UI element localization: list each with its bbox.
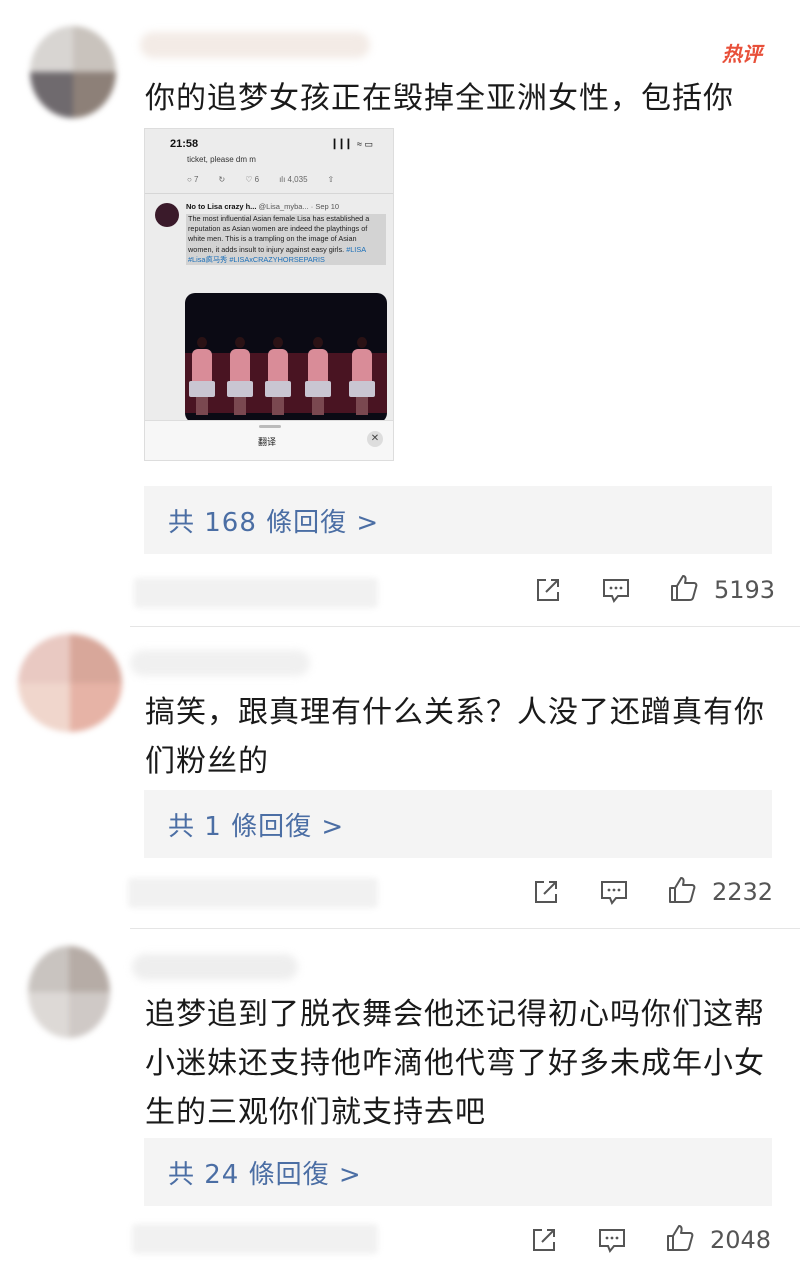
replies-link[interactable]: 共 168 條回復 > — [144, 486, 772, 554]
tweet-body: The most influential Asian female Lisa h… — [186, 214, 386, 266]
timestamp-redacted — [132, 1224, 378, 1254]
translate-label: 翻译 — [258, 438, 277, 448]
avatar-part — [28, 992, 69, 1038]
like-stat: ♡ 6 — [245, 175, 260, 184]
comment-text: 你的追梦女孩正在毁掉全亚洲女性，包括你 — [145, 81, 734, 116]
performer-figure — [265, 337, 291, 415]
performer-figure — [305, 337, 331, 415]
avatar[interactable] — [18, 634, 122, 732]
retweet-stat: ↻ — [218, 175, 226, 184]
avatar-part — [18, 634, 70, 683]
username-redacted[interactable] — [132, 954, 298, 980]
avatar-part — [73, 72, 116, 118]
sheet-handle[interactable] — [259, 425, 281, 428]
like-icon[interactable] — [668, 572, 700, 604]
replies-link[interactable]: 共 24 條回復 > — [144, 1138, 772, 1206]
like-count: 2048 — [710, 1226, 772, 1254]
tweet-image — [185, 293, 387, 423]
comment-text-line: 追梦追到了脱衣舞会他还记得初心吗你们这帮 — [145, 997, 765, 1032]
avatar-part — [70, 634, 122, 683]
like-icon[interactable] — [666, 874, 698, 906]
share-icon[interactable] — [528, 1224, 560, 1256]
comment-icon[interactable] — [596, 1224, 628, 1256]
share-icon[interactable] — [530, 876, 562, 908]
comment-text: 追梦追到了脱衣舞会他还记得初心吗你们这帮 小迷妹还支持他咋滴他代弯了好多未成年小… — [145, 990, 785, 1137]
comment-icon[interactable] — [600, 574, 632, 606]
replies-label: 共 1 條回復 > — [168, 812, 345, 842]
comment-icon[interactable] — [598, 876, 630, 908]
share-stat: ⇧ — [327, 175, 335, 184]
comment-text-line: 搞笑，跟真理有什么关系？人没了还蹭真有你 — [145, 695, 765, 730]
tweet-text: The most influential Asian female Lisa h… — [188, 214, 370, 254]
avatar-part — [69, 946, 110, 992]
username-redacted[interactable] — [140, 32, 370, 58]
comment-text-line: 们粉丝的 — [145, 744, 269, 779]
avatar-part — [69, 992, 110, 1038]
avatar[interactable] — [28, 946, 110, 1038]
comment-3: 追梦追到了脱衣舞会他还记得初心吗你们这帮 小迷妹还支持他咋滴他代弯了好多未成年小… — [0, 928, 800, 1266]
avatar-part — [18, 683, 70, 732]
performer-figure — [189, 337, 215, 415]
close-icon[interactable]: ✕ — [367, 431, 383, 447]
status-bar-icons: ▎▎▎ ≈ ▭ — [333, 139, 373, 149]
replies-label: 共 24 條回復 > — [168, 1160, 362, 1190]
timestamp-redacted — [134, 578, 378, 608]
comment-text-line: 小迷妹还支持他咋滴他代弯了好多未成年小女 — [145, 1046, 765, 1081]
avatar-part — [30, 26, 73, 72]
comment-2: 搞笑，跟真理有什么关系？人没了还蹭真有你 们粉丝的 共 1 條回復 > 2232 — [0, 626, 800, 928]
tweet-header: No to Lisa crazy h... @Lisa_myba... · Se… — [186, 202, 339, 211]
embedded-screenshot[interactable]: 21:58 ▎▎▎ ≈ ▭ ticket, please dm m ○ 7 ↻ ♡ … — [144, 128, 394, 461]
avatar[interactable] — [30, 26, 116, 118]
comment-actions: 2048 — [524, 1222, 800, 1262]
comment-text-line: 生的三观你们就支持去吧 — [145, 1095, 486, 1130]
avatar-part — [30, 72, 73, 118]
reply-stat: ○ 7 — [187, 175, 199, 184]
like-count: 5193 — [714, 576, 776, 604]
comment-text: 搞笑，跟真理有什么关系？人没了还蹭真有你 们粉丝的 — [145, 688, 785, 786]
tweet-handle-date: @Lisa_myba... · Sep 10 — [258, 202, 340, 211]
hot-comment-badge: 热评 — [722, 42, 762, 66]
username-redacted[interactable] — [130, 650, 310, 676]
replies-label: 共 168 條回復 > — [168, 508, 380, 538]
translate-sheet: 翻译 ✕ — [145, 420, 393, 460]
avatar-part — [73, 26, 116, 72]
tweet-stats: ○ 7 ↻ ♡ 6 ılı 4,035 ⇧ — [187, 175, 387, 184]
like-icon[interactable] — [664, 1222, 696, 1254]
timestamp-redacted — [128, 878, 378, 908]
views-stat: ılı 4,035 — [279, 175, 308, 184]
comment-actions: 5193 — [528, 572, 800, 612]
comment-actions: 2232 — [526, 874, 800, 914]
replies-link[interactable]: 共 1 條回復 > — [144, 790, 772, 858]
divider — [145, 193, 393, 194]
status-bar-time: 21:58 — [170, 138, 199, 150]
avatar-part — [70, 683, 122, 732]
performer-figure — [349, 337, 375, 415]
avatar-part — [28, 946, 69, 992]
previous-tweet-text: ticket, please dm m — [187, 155, 256, 164]
tweet-author: No to Lisa crazy h... — [186, 202, 257, 211]
tweet-avatar — [155, 203, 179, 227]
share-icon[interactable] — [532, 574, 564, 606]
comment-1: 热评 你的追梦女孩正在毁掉全亚洲女性，包括你 21:58 ▎▎▎ ≈ ▭ tic… — [0, 0, 800, 626]
like-count: 2232 — [712, 878, 774, 906]
performer-figure — [227, 337, 253, 415]
